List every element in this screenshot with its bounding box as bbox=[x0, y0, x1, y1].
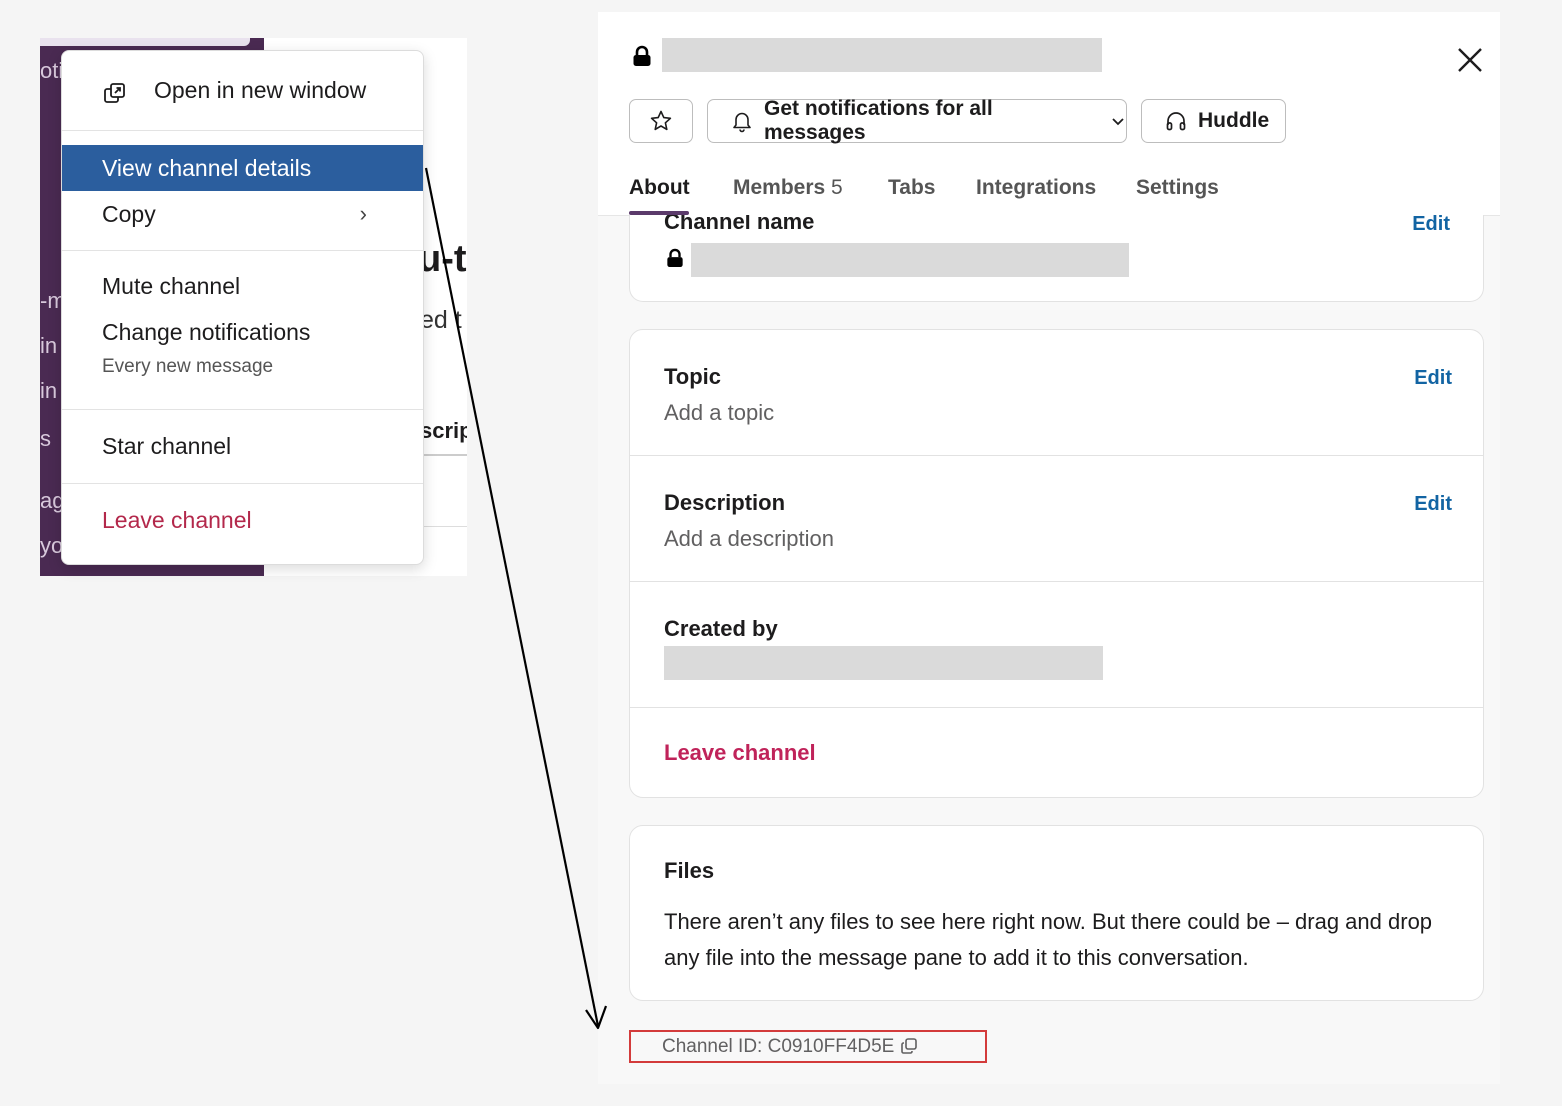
created-by-row: Created by bbox=[630, 582, 1483, 707]
menu-item-label: Open in new window bbox=[154, 77, 367, 103]
channel-name-redacted bbox=[662, 38, 1102, 72]
huddle-button[interactable]: Huddle bbox=[1141, 99, 1286, 143]
edit-description-button[interactable]: Edit bbox=[1414, 493, 1452, 516]
menu-item-label: Change notifications bbox=[102, 319, 311, 345]
channel-name-label: Channel name bbox=[664, 215, 815, 234]
menu-item-sublabel: Every new message bbox=[62, 356, 423, 378]
tab-members[interactable]: Members 5 bbox=[733, 176, 843, 200]
edit-topic-button[interactable]: Edit bbox=[1414, 367, 1452, 390]
chevron-down-icon bbox=[1112, 118, 1124, 126]
tab-label: Tabs bbox=[888, 176, 936, 199]
tab-settings[interactable]: Settings bbox=[1136, 176, 1219, 200]
menu-item-mute-channel[interactable]: Mute channel bbox=[62, 273, 423, 300]
notifications-button-label: Get notifications for all messages bbox=[764, 97, 993, 144]
topic-value: Add a topic bbox=[664, 400, 775, 425]
description-label: Description bbox=[664, 490, 786, 515]
menu-item-label: View channel details bbox=[102, 155, 312, 181]
close-icon[interactable] bbox=[1456, 46, 1484, 74]
channel-subtitle-fragment: ed t bbox=[420, 306, 462, 334]
description-row[interactable]: Description Add a description Edit bbox=[630, 456, 1483, 581]
content-divider bbox=[420, 526, 467, 527]
lock-icon bbox=[667, 248, 683, 267]
description-value: Add a description bbox=[664, 526, 834, 551]
edit-channel-name-button[interactable]: Edit bbox=[1412, 215, 1450, 236]
tab-label: Integrations bbox=[976, 176, 1097, 199]
channel-id-text: Channel ID: C0910FF4D5E bbox=[662, 1036, 895, 1057]
leave-channel-button[interactable]: Leave channel bbox=[664, 740, 816, 766]
members-count: 5 bbox=[831, 176, 843, 199]
panel-header: Get notifications for all messages Huddl… bbox=[598, 12, 1500, 216]
menu-item-label: Star channel bbox=[102, 433, 232, 459]
tab-tabs[interactable]: Tabs bbox=[888, 176, 935, 200]
tab-label: Settings bbox=[1136, 176, 1219, 199]
star-channel-button[interactable] bbox=[629, 99, 693, 143]
menu-item-label: Mute channel bbox=[102, 273, 241, 299]
lock-icon bbox=[633, 45, 651, 66]
tab-integrations[interactable]: Integrations bbox=[976, 176, 1096, 200]
channel-title-fragment: u-t bbox=[418, 238, 467, 280]
menu-separator bbox=[62, 130, 423, 131]
huddle-button-label: Huddle bbox=[1198, 109, 1270, 132]
bell-icon bbox=[733, 112, 751, 133]
menu-item-change-notifications[interactable]: Change notifications bbox=[62, 319, 423, 346]
creator-redacted bbox=[664, 646, 1103, 680]
menu-separator bbox=[62, 250, 423, 251]
menu-item-copy[interactable]: Copy › bbox=[62, 201, 423, 228]
notifications-sublabel: Every new message bbox=[102, 356, 274, 377]
channel-tab-fragment[interactable]: scrip bbox=[420, 418, 467, 444]
row-divider bbox=[630, 707, 1483, 708]
files-empty-text: There aren’t any files to see here right… bbox=[664, 909, 1433, 970]
tab-label: Members bbox=[733, 176, 826, 199]
menu-item-label: Leave channel bbox=[102, 507, 252, 533]
tab-label: About bbox=[629, 176, 690, 199]
channel-name-value-redacted bbox=[691, 243, 1129, 277]
channel-id[interactable]: Channel ID: C0910FF4D5E bbox=[629, 1030, 987, 1063]
open-window-icon bbox=[104, 83, 125, 103]
menu-item-view-channel-details[interactable]: View channel details bbox=[62, 145, 423, 191]
sidebar-top-strip bbox=[40, 38, 250, 46]
channel-details-panel: Get notifications for all messages Huddl… bbox=[598, 12, 1500, 1084]
channel-info-card: Topic Add a topic Edit Description Add a… bbox=[629, 329, 1484, 798]
menu-item-leave-channel[interactable]: Leave channel bbox=[62, 507, 423, 534]
notifications-dropdown-button[interactable]: Get notifications for all messages bbox=[707, 97, 1127, 144]
chevron-right-icon: › bbox=[359, 201, 367, 226]
menu-separator bbox=[62, 483, 423, 484]
topic-row[interactable]: Topic Add a topic Edit bbox=[630, 330, 1483, 455]
files-label: Files bbox=[664, 858, 715, 883]
topic-label: Topic bbox=[664, 364, 722, 389]
created-by-label: Created by bbox=[664, 616, 778, 641]
channel-context-menu: Open in new window View channel details … bbox=[61, 50, 424, 565]
menu-item-open-new-window[interactable]: Open in new window bbox=[62, 77, 423, 104]
menu-item-star-channel[interactable]: Star channel bbox=[62, 433, 423, 460]
headphones-icon bbox=[1166, 112, 1186, 131]
copy-icon[interactable] bbox=[900, 1037, 918, 1055]
tab-about[interactable]: About bbox=[629, 176, 690, 200]
star-icon bbox=[650, 110, 672, 131]
files-card: Files There aren’t any files to see here… bbox=[629, 825, 1484, 1001]
menu-separator bbox=[62, 409, 423, 410]
channel-name-card: Channel name Edit bbox=[629, 215, 1484, 302]
menu-item-label: Copy bbox=[102, 201, 156, 227]
tab-divider bbox=[420, 454, 467, 456]
